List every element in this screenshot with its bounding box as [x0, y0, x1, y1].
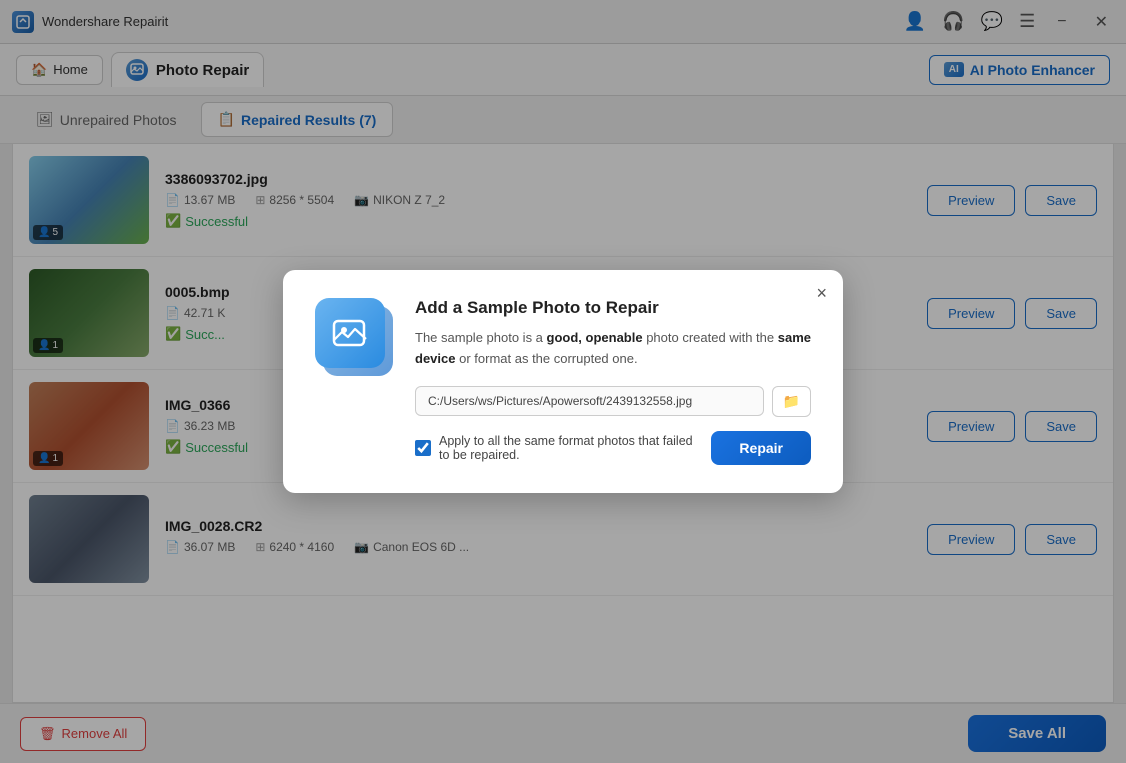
modal-desc-bold1: good, openable [547, 330, 643, 345]
sample-photo-modal: × Add a Sample Photo to Repair The sampl… [283, 270, 843, 493]
modal-desc-pre: The sample photo is a [415, 330, 547, 345]
modal-title: Add a Sample Photo to Repair [415, 298, 811, 318]
apply-all-label: Apply to all the same format photos that… [439, 434, 703, 462]
modal-icon [315, 298, 395, 378]
modal-desc-mid: photo created with the [643, 330, 778, 345]
modal-description: The sample photo is a good, openable pho… [415, 328, 811, 370]
browse-file-button[interactable]: 📁 [772, 386, 811, 417]
repair-button[interactable]: Repair [711, 431, 811, 465]
modal-content: Add a Sample Photo to Repair The sample … [415, 298, 811, 465]
modal-close-button[interactable]: × [816, 284, 827, 302]
modal-file-row: 📁 [415, 386, 811, 417]
modal-checkbox-row: Apply to all the same format photos that… [415, 431, 811, 465]
apply-all-checkbox[interactable] [415, 440, 431, 456]
modal-overlay: × Add a Sample Photo to Repair The sampl… [0, 0, 1126, 763]
modal-icon-foreground [315, 298, 385, 368]
modal-desc-post: or format as the corrupted one. [455, 351, 637, 366]
sample-photo-path-input[interactable] [415, 386, 764, 416]
modal-body: Add a Sample Photo to Repair The sample … [315, 298, 811, 465]
